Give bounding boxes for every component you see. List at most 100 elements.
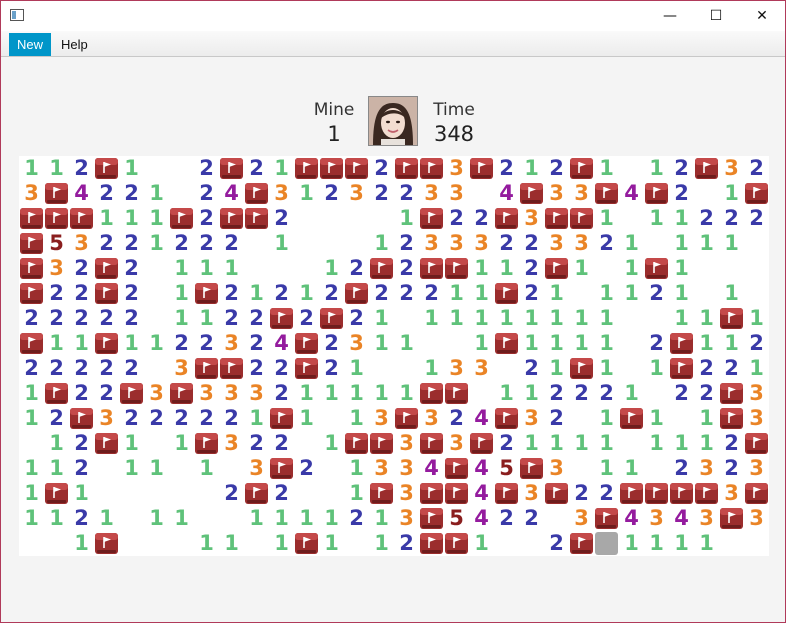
empty-cell[interactable] xyxy=(344,206,369,231)
number-cell[interactable]: 1 xyxy=(594,406,619,431)
number-cell[interactable]: 3 xyxy=(244,456,269,481)
number-cell[interactable]: 3 xyxy=(219,381,244,406)
number-cell[interactable]: 1 xyxy=(544,431,569,456)
empty-cell[interactable] xyxy=(719,256,744,281)
flagged-cell[interactable] xyxy=(619,481,644,506)
empty-cell[interactable] xyxy=(169,531,194,556)
number-cell[interactable]: 2 xyxy=(544,156,569,181)
number-cell[interactable]: 2 xyxy=(119,231,144,256)
number-cell[interactable]: 4 xyxy=(219,181,244,206)
empty-cell[interactable] xyxy=(494,531,519,556)
number-cell[interactable]: 1 xyxy=(694,331,719,356)
flagged-cell[interactable] xyxy=(294,356,319,381)
flagged-cell[interactable] xyxy=(519,181,544,206)
number-cell[interactable]: 1 xyxy=(19,456,44,481)
number-cell[interactable]: 1 xyxy=(669,231,694,256)
flagged-cell[interactable] xyxy=(394,156,419,181)
flagged-cell[interactable] xyxy=(419,256,444,281)
flagged-cell[interactable] xyxy=(719,506,744,531)
number-cell[interactable]: 1 xyxy=(119,431,144,456)
number-cell[interactable]: 2 xyxy=(344,306,369,331)
empty-cell[interactable] xyxy=(244,231,269,256)
number-cell[interactable]: 1 xyxy=(269,506,294,531)
number-cell[interactable]: 3 xyxy=(519,406,544,431)
empty-cell[interactable] xyxy=(619,206,644,231)
flagged-cell[interactable] xyxy=(544,206,569,231)
empty-cell[interactable] xyxy=(494,356,519,381)
flagged-cell[interactable] xyxy=(419,531,444,556)
number-cell[interactable]: 1 xyxy=(94,506,119,531)
empty-cell[interactable] xyxy=(694,181,719,206)
number-cell[interactable]: 1 xyxy=(719,281,744,306)
flagged-cell[interactable] xyxy=(644,256,669,281)
number-cell[interactable]: 2 xyxy=(44,306,69,331)
empty-cell[interactable] xyxy=(144,481,169,506)
empty-cell[interactable] xyxy=(294,431,319,456)
number-cell[interactable]: 1 xyxy=(444,306,469,331)
number-cell[interactable]: 3 xyxy=(394,481,419,506)
flagged-cell[interactable] xyxy=(119,381,144,406)
flagged-cell[interactable] xyxy=(444,481,469,506)
number-cell[interactable]: 1 xyxy=(694,406,719,431)
number-cell[interactable]: 1 xyxy=(369,506,394,531)
number-cell[interactable]: 1 xyxy=(169,431,194,456)
flagged-cell[interactable] xyxy=(344,431,369,456)
flagged-cell[interactable] xyxy=(519,456,544,481)
number-cell[interactable]: 2 xyxy=(569,381,594,406)
number-cell[interactable]: 3 xyxy=(19,181,44,206)
number-cell[interactable]: 2 xyxy=(69,306,94,331)
empty-cell[interactable] xyxy=(119,481,144,506)
minimize-button[interactable]: — xyxy=(647,1,693,31)
number-cell[interactable]: 2 xyxy=(544,531,569,556)
number-cell[interactable]: 1 xyxy=(119,206,144,231)
empty-cell[interactable] xyxy=(194,481,219,506)
number-cell[interactable]: 1 xyxy=(519,331,544,356)
empty-cell[interactable] xyxy=(144,281,169,306)
menu-new[interactable]: New xyxy=(9,33,52,56)
number-cell[interactable]: 3 xyxy=(469,356,494,381)
number-cell[interactable]: 1 xyxy=(644,156,669,181)
flagged-cell[interactable] xyxy=(94,156,119,181)
empty-cell[interactable] xyxy=(319,406,344,431)
number-cell[interactable]: 2 xyxy=(594,481,619,506)
number-cell[interactable]: 1 xyxy=(594,306,619,331)
number-cell[interactable]: 1 xyxy=(469,531,494,556)
number-cell[interactable]: 3 xyxy=(569,181,594,206)
number-cell[interactable]: 1 xyxy=(44,431,69,456)
number-cell[interactable]: 1 xyxy=(194,306,219,331)
number-cell[interactable]: 1 xyxy=(594,356,619,381)
flagged-cell[interactable] xyxy=(494,406,519,431)
flagged-cell[interactable] xyxy=(19,331,44,356)
number-cell[interactable]: 2 xyxy=(469,206,494,231)
flagged-cell[interactable] xyxy=(244,481,269,506)
number-cell[interactable]: 2 xyxy=(669,381,694,406)
number-cell[interactable]: 1 xyxy=(194,256,219,281)
empty-cell[interactable] xyxy=(569,281,594,306)
number-cell[interactable]: 2 xyxy=(94,356,119,381)
flagged-cell[interactable] xyxy=(44,181,69,206)
flagged-cell[interactable] xyxy=(619,406,644,431)
number-cell[interactable]: 2 xyxy=(669,456,694,481)
number-cell[interactable]: 3 xyxy=(569,506,594,531)
flagged-cell[interactable] xyxy=(44,381,69,406)
flagged-cell[interactable] xyxy=(744,481,769,506)
empty-cell[interactable] xyxy=(569,406,594,431)
flagged-cell[interactable] xyxy=(194,431,219,456)
number-cell[interactable]: 1 xyxy=(419,356,444,381)
empty-cell[interactable] xyxy=(19,531,44,556)
number-cell[interactable]: 2 xyxy=(344,256,369,281)
number-cell[interactable]: 1 xyxy=(644,531,669,556)
flagged-cell[interactable] xyxy=(344,281,369,306)
number-cell[interactable]: 1 xyxy=(344,381,369,406)
number-cell[interactable]: 1 xyxy=(44,456,69,481)
empty-cell[interactable] xyxy=(244,256,269,281)
number-cell[interactable]: 2 xyxy=(69,506,94,531)
flagged-cell[interactable] xyxy=(719,381,744,406)
flagged-cell[interactable] xyxy=(319,156,344,181)
number-cell[interactable]: 2 xyxy=(419,281,444,306)
number-cell[interactable]: 2 xyxy=(319,181,344,206)
avatar-reset-button[interactable] xyxy=(368,96,418,146)
number-cell[interactable]: 1 xyxy=(269,156,294,181)
number-cell[interactable]: 4 xyxy=(494,181,519,206)
flagged-cell[interactable] xyxy=(469,431,494,456)
